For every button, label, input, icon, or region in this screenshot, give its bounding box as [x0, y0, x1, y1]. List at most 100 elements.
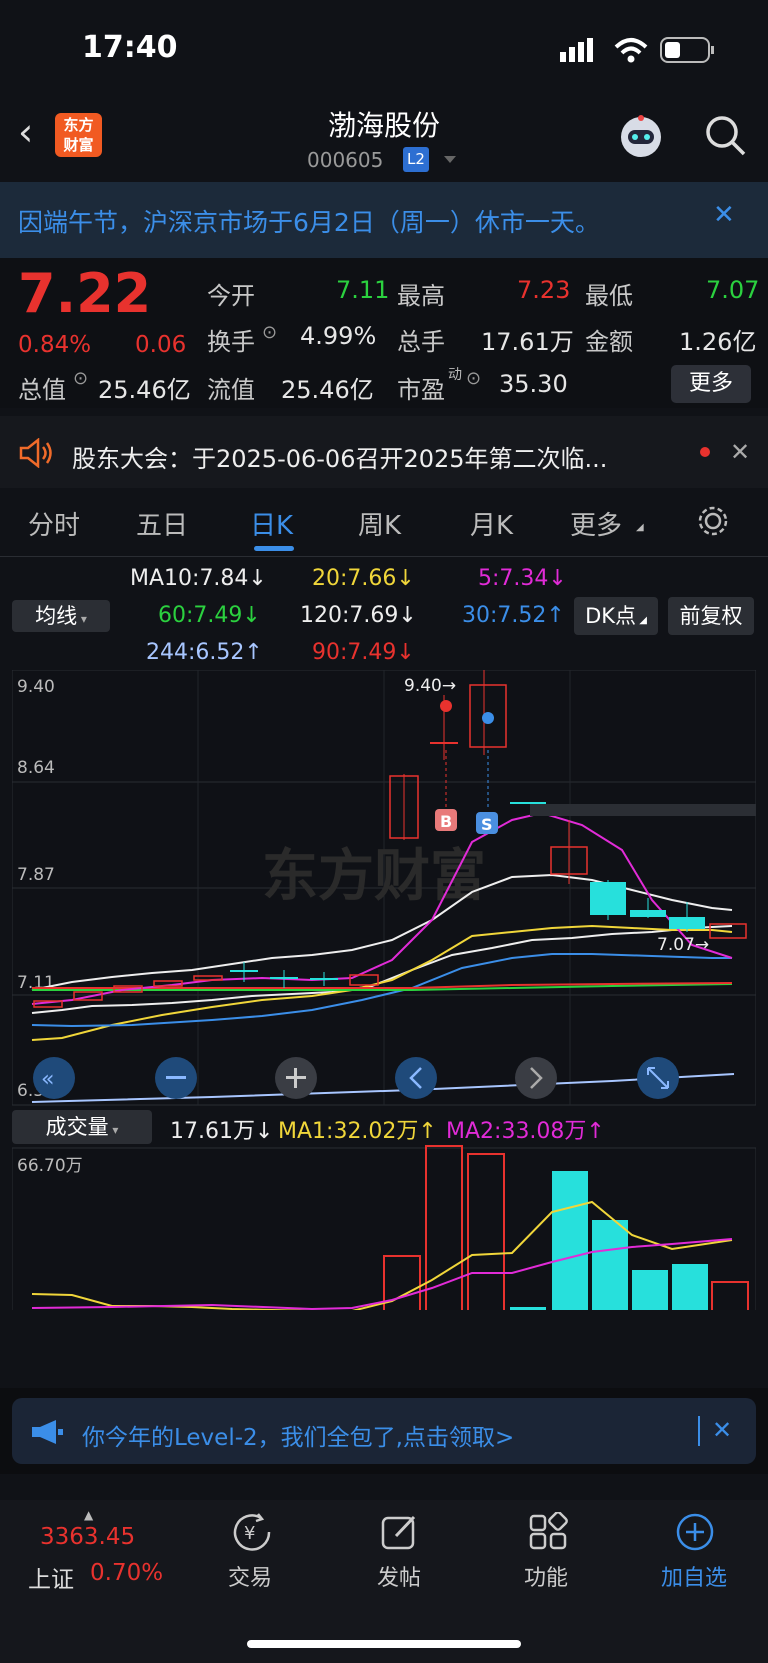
- megaphone-icon: [32, 1420, 63, 1444]
- unread-dot: [700, 447, 710, 457]
- trade-icon[interactable]: ¥: [231, 1512, 273, 1552]
- change-percent: 0.84%: [18, 332, 92, 358]
- watermark-text: 东方财富: [262, 844, 486, 909]
- dk-point-button[interactable]: DK点 ◢: [574, 597, 658, 635]
- ma10-value: MA10:7.84↓: [130, 566, 267, 591]
- level2-text: 你今年的Level-2，我们全包了,点击领取>: [82, 1425, 515, 1451]
- sell-dot: [482, 712, 494, 724]
- index-pct: 0.70%: [90, 1560, 164, 1586]
- tab-daily-k[interactable]: 日K: [250, 505, 293, 542]
- float-value: 25.46亿: [281, 376, 374, 404]
- volume-selector[interactable]: 成交量 ▾: [12, 1110, 152, 1144]
- up-arrow-icon: ▲: [84, 1508, 94, 1522]
- clock: 17:40: [82, 30, 178, 65]
- chevron-down-icon[interactable]: [443, 155, 457, 165]
- ma120-value: 120:7.69↓: [300, 603, 417, 628]
- pe-value: 35.30: [499, 370, 568, 398]
- announcement-text: 股东大会：于2025-06-06召开2025年第二次临...: [72, 445, 608, 473]
- info-icon[interactable]: ⊙: [73, 368, 88, 389]
- ma20-value: 20:7.66↓: [312, 566, 415, 591]
- buy-dot: [440, 700, 452, 712]
- level2-badge[interactable]: L2: [403, 147, 429, 172]
- nav-post[interactable]: 发帖: [339, 1560, 459, 1592]
- svg-text:¥: ¥: [244, 1523, 255, 1544]
- y-tick: 9.40: [17, 677, 55, 697]
- high-value: 7.23: [517, 276, 571, 304]
- pe-superscript: 动: [448, 367, 462, 383]
- volume-label: 总手: [397, 328, 445, 356]
- active-tab-indicator: [254, 546, 294, 551]
- pe-label: 市盈: [397, 376, 445, 404]
- speaker-icon: [19, 438, 52, 468]
- post-icon[interactable]: [380, 1512, 420, 1552]
- ma5-value: 5:7.34↓: [478, 566, 567, 591]
- robot-assistant-icon[interactable]: [616, 112, 666, 162]
- gear-icon[interactable]: [696, 504, 730, 538]
- low-mark: 7.07→: [657, 935, 709, 955]
- volume-max: 66.70万: [17, 1156, 83, 1176]
- nav-trade[interactable]: 交易: [190, 1560, 310, 1592]
- divider: [0, 556, 768, 557]
- high-mark: 9.40→: [404, 676, 456, 696]
- stock-code: 000605: [307, 148, 384, 172]
- scroll-right-icon[interactable]: [515, 1057, 557, 1099]
- svg-text:«: «: [41, 1067, 54, 1092]
- signal-icon: [560, 38, 593, 62]
- ma-selector[interactable]: 均线 ▾: [12, 600, 110, 632]
- open-value: 7.11: [336, 276, 390, 304]
- tab-weekly-k[interactable]: 周K: [358, 505, 401, 542]
- volume-value: 17.61万: [481, 328, 574, 356]
- open-label: 今开: [207, 282, 255, 310]
- level2-close-icon[interactable]: ✕: [712, 1416, 732, 1444]
- scroll-left-icon[interactable]: [395, 1057, 437, 1099]
- add-favorite-icon[interactable]: [675, 1512, 715, 1552]
- volume-ma2: MA2:33.08万↑: [446, 1119, 605, 1144]
- tab-monthly-k[interactable]: 月K: [470, 505, 513, 542]
- amount-value: 1.26亿: [679, 328, 757, 356]
- ma60-value: 60:7.49↓: [158, 603, 261, 628]
- nav-function[interactable]: 功能: [486, 1560, 606, 1592]
- divider: [698, 1416, 700, 1446]
- index-name: 上证: [28, 1567, 74, 1593]
- turnover-label: 换手: [207, 328, 255, 356]
- high-label: 最高: [397, 282, 445, 310]
- notice-text: 因端午节，沪深京市场于6月2日（周一）休市一天。: [18, 208, 600, 237]
- announcement-close-icon[interactable]: ✕: [730, 438, 750, 466]
- ma90-value: 90:7.49↓: [312, 640, 415, 665]
- turnover-value: 4.99%: [300, 322, 377, 350]
- volume-current: 17.61万↓: [170, 1119, 274, 1144]
- ma244-value: 244:6.52↑: [146, 640, 263, 665]
- y-tick: 8.64: [17, 758, 55, 778]
- amount-label: 金额: [585, 328, 633, 356]
- tab-more[interactable]: 更多: [570, 505, 622, 542]
- y-tick: 7.87: [17, 865, 55, 885]
- battery-icon: [660, 37, 714, 63]
- nav-add-favorite[interactable]: 加自选: [634, 1560, 754, 1592]
- ma30-value: 30:7.52↑: [462, 603, 565, 628]
- info-icon[interactable]: ⊙: [466, 368, 481, 389]
- mktcap-value: 25.46亿: [98, 376, 191, 404]
- svg-text:S: S: [481, 815, 493, 834]
- tab-five-day[interactable]: 五日: [136, 505, 188, 542]
- kline-chart[interactable]: 东方财富 9.40 8.64 7.87 7.11 6.35 9.40→ 7.07…: [12, 670, 756, 1310]
- mktcap-label: 总值: [18, 376, 66, 404]
- float-label: 流值: [207, 376, 255, 404]
- adjustment-button[interactable]: 前复权: [668, 597, 754, 635]
- more-stats-button[interactable]: 更多: [671, 365, 751, 403]
- tab-intraday[interactable]: 分时: [28, 505, 80, 542]
- current-price: 7.22: [18, 262, 152, 325]
- notice-close-icon[interactable]: ✕: [713, 200, 735, 230]
- status-bar: 17:40: [0, 0, 768, 100]
- volume-ma1: MA1:32.02万↑: [278, 1119, 437, 1144]
- search-icon[interactable]: [704, 114, 748, 158]
- wifi-icon: [614, 38, 648, 63]
- index-value[interactable]: 3363.45: [40, 1524, 135, 1550]
- home-indicator: [247, 1640, 521, 1648]
- svg-text:B: B: [440, 812, 452, 831]
- info-icon[interactable]: ⊙: [262, 322, 277, 343]
- low-label: 最低: [585, 282, 633, 310]
- grid-icon[interactable]: [528, 1512, 568, 1552]
- change-amount: 0.06: [135, 332, 187, 358]
- low-value: 7.07: [706, 276, 760, 304]
- dropdown-triangle-icon: ◢: [636, 522, 644, 533]
